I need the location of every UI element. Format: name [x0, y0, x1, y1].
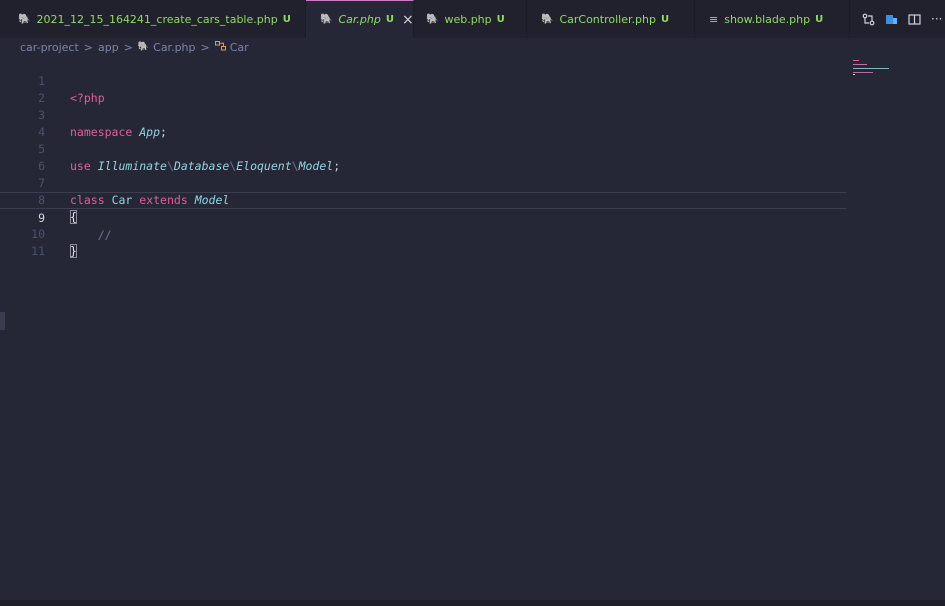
minimap-line — [853, 60, 859, 61]
open-preview-icon[interactable] — [885, 13, 898, 26]
minimap[interactable] — [853, 60, 915, 84]
breadcrumb-file[interactable]: Car.php — [153, 41, 195, 54]
tab-status-untracked: U — [496, 13, 505, 25]
compare-changes-icon[interactable] — [862, 13, 875, 26]
php-elephant-icon: 🐘 — [320, 14, 333, 25]
minimap-line — [853, 74, 855, 75]
code-line[interactable]: 11 — [0, 226, 846, 258]
tab-show-blade-php[interactable]: ≡ show.blade.php U — [695, 0, 850, 38]
editor-actions: ··· — [850, 0, 945, 38]
breadcrumb-symbol[interactable]: Car — [230, 41, 249, 54]
chevron-right-icon: > — [200, 40, 210, 54]
split-editor-icon[interactable] — [908, 13, 921, 26]
tab-bar: 🐘 2021_12_15_164241_create_cars_table.ph… — [0, 0, 945, 38]
code-line[interactable]: 7 class Car extends Model — [0, 158, 846, 207]
scroll-marker — [0, 312, 5, 330]
line-number: 11 — [31, 244, 45, 258]
breadcrumb-folder[interactable]: app — [98, 41, 119, 54]
line-content: } — [70, 243, 77, 260]
tab-label: 2021_12_15_164241_create_cars_table.php — [36, 12, 278, 26]
lines-icon: ≡ — [709, 12, 719, 26]
tab-car-php[interactable]: 🐘 Car.php U × — [306, 0, 414, 38]
php-elephant-icon: 🐘 — [18, 13, 31, 25]
tab-status-untracked: U — [385, 14, 394, 25]
code-line[interactable]: 5 use Illuminate\Database\Eloquent\Model… — [0, 124, 846, 173]
editor-window: 🐘 2021_12_15_164241_create_cars_table.ph… — [0, 0, 945, 606]
code-line[interactable]: 2 — [0, 73, 846, 105]
tab-label: CarController.php — [559, 12, 656, 26]
code-line[interactable]: 4 — [0, 107, 846, 139]
code-line-current[interactable]: 9 // — [0, 192, 846, 242]
minimap-line — [853, 64, 867, 65]
chevron-right-icon: > — [123, 40, 133, 54]
close-icon[interactable]: × — [402, 12, 414, 28]
minimap-line — [853, 68, 889, 69]
tab-label: web.php — [444, 12, 492, 26]
code-line[interactable]: 10 } — [0, 209, 846, 258]
close-brace: } — [70, 244, 77, 258]
status-bar — [0, 600, 945, 606]
tab-status-untracked: U — [660, 13, 670, 25]
code-line[interactable]: 6 — [0, 141, 846, 173]
tab-status-untracked: U — [282, 13, 291, 25]
tab-carcontroller-php[interactable]: 🐘 CarController.php U — [527, 0, 695, 38]
chevron-right-icon: > — [83, 40, 93, 54]
php-elephant-icon: 🐘 — [541, 13, 554, 25]
php-elephant-icon: 🐘 — [137, 42, 150, 52]
tab-label: Car.php — [338, 13, 381, 26]
tab-label: show.blade.php — [724, 12, 811, 26]
code-editor[interactable]: 1 <?php 2 3 namespace App; 4 5 use Illum… — [0, 56, 945, 600]
tab-web-php[interactable]: 🐘 web.php U — [414, 0, 527, 38]
breadcrumb-project[interactable]: car-project — [20, 41, 79, 54]
code-line[interactable]: 1 <?php — [0, 56, 846, 105]
tab-status-untracked: U — [815, 13, 824, 25]
more-actions-icon[interactable]: ··· — [931, 12, 942, 26]
code-line[interactable]: 8 { — [0, 175, 846, 224]
code-line[interactable]: 3 namespace App; — [0, 90, 846, 139]
minimap-line — [853, 72, 873, 73]
breadcrumb: car-project > app > 🐘 Car.php > Car — [20, 38, 249, 56]
php-elephant-icon: 🐘 — [426, 13, 439, 25]
tab-create-cars-table[interactable]: 🐘 2021_12_15_164241_create_cars_table.ph… — [0, 0, 306, 38]
class-symbol-icon — [214, 40, 226, 54]
